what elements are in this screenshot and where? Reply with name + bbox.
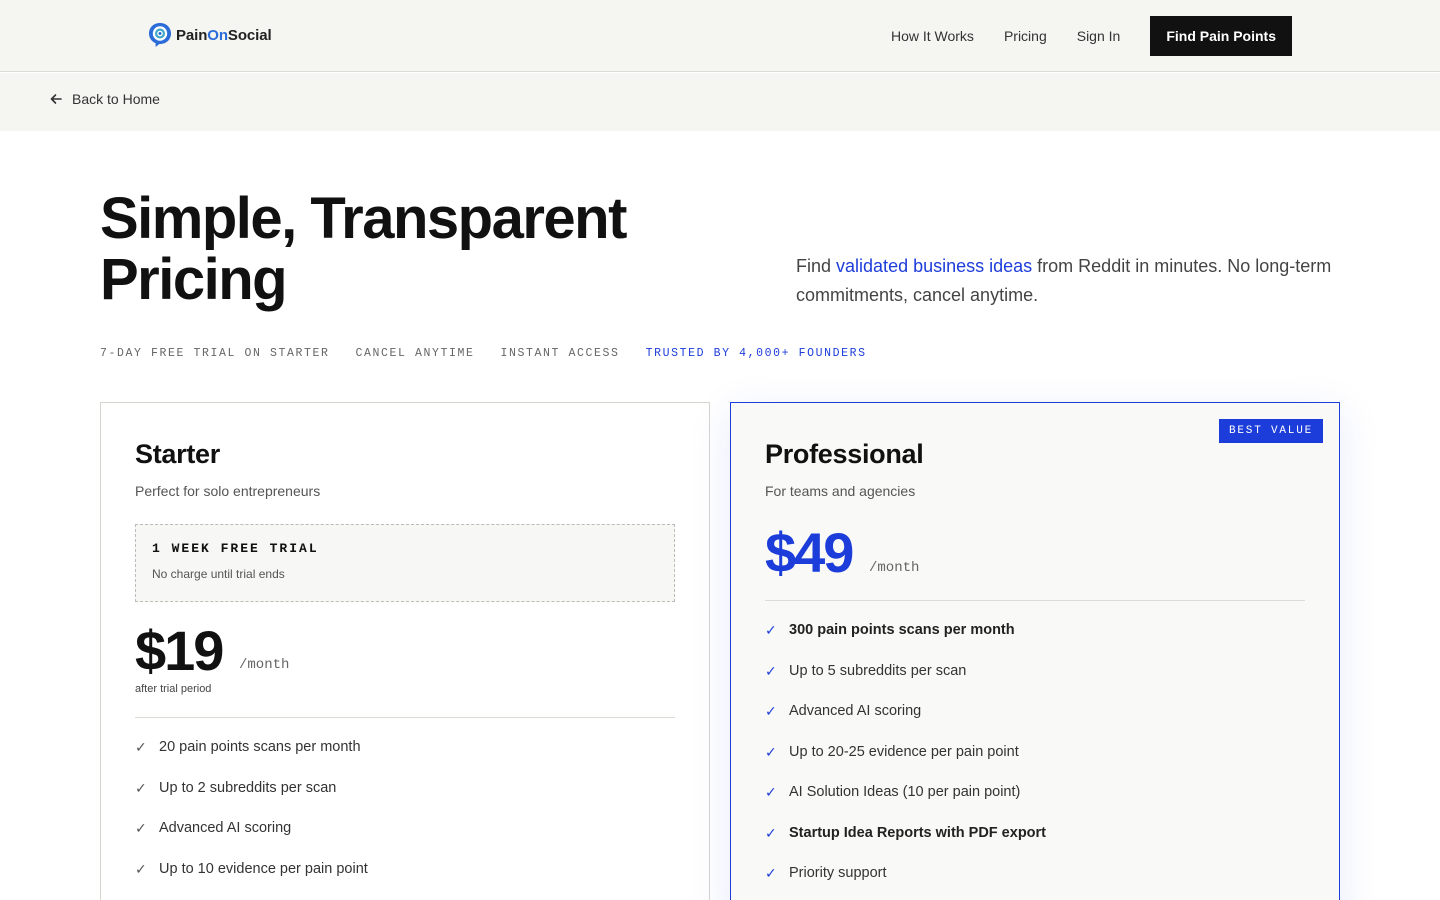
main-nav: How It Works Pricing Sign In Find Pain P… — [891, 16, 1292, 56]
find-pain-points-button[interactable]: Find Pain Points — [1150, 16, 1292, 56]
badge-cancel-anytime: CANCEL ANYTIME — [355, 347, 475, 360]
divider — [765, 600, 1305, 601]
nav-pricing[interactable]: Pricing — [1004, 28, 1047, 44]
check-icon: ✓ — [135, 779, 147, 796]
feature-item: ✓ Advanced AI scoring — [765, 703, 922, 719]
check-icon: ✓ — [135, 820, 147, 836]
trial-callout: 1 WEEK FREE TRIAL No charge until trial … — [135, 524, 675, 602]
best-value-badge: BEST VALUE — [1218, 419, 1323, 443]
feature-item: ✓ Up to 5 subreddits per scan — [765, 662, 967, 679]
divider — [135, 717, 675, 718]
feature-list: ✓ 20 pain points scans per month ✓ Up to 2… — [135, 739, 368, 900]
check-icon: ✓ — [135, 860, 147, 877]
logo-wordmark: PainOnSocial — [176, 26, 272, 44]
subtitle-highlight: validated business ideas — [836, 256, 1033, 276]
plan-name: Starter — [135, 439, 220, 469]
plan-description: Perfect for solo entrepreneurs — [135, 483, 321, 499]
check-icon: ✓ — [765, 784, 777, 800]
price-period: /month — [239, 657, 290, 673]
feature-item: ✓ Priority support — [765, 865, 887, 881]
sub-navigation-bar: Back to Home — [0, 73, 1440, 131]
plan-card-starter: Starter Perfect for solo entrepreneurs 1… — [100, 402, 710, 900]
feature-item: ✓ Up to 20-25 evidence per pain point — [765, 743, 1019, 760]
price-period: /month — [869, 560, 920, 576]
check-icon: ✓ — [765, 703, 777, 719]
check-icon: ✓ — [765, 743, 777, 760]
feature-item: ✓ Advanced AI scoring — [135, 820, 292, 836]
top-header: PainOnSocial How It Works Pricing Sign I… — [0, 0, 1440, 72]
plan-card-professional: BEST VALUE Professional For teams and ag… — [730, 402, 1340, 900]
arrow-left-icon — [50, 94, 62, 104]
logo-icon — [149, 23, 171, 47]
trial-title: 1 WEEK FREE TRIAL — [152, 541, 319, 556]
feature-item: ✓ AI Solution Ideas (10 per pain point) — [765, 784, 1021, 800]
plan-name: Professional — [765, 439, 924, 469]
badge-free-trial: 7-DAY FREE TRIAL ON STARTER — [100, 347, 330, 360]
feature-item: ✓ Up to 2 subreddits per scan — [135, 779, 337, 796]
check-icon: ✓ — [765, 622, 777, 638]
badge-instant-access: INSTANT ACCESS — [500, 347, 620, 360]
trial-note: No charge until trial ends — [152, 567, 285, 581]
feature-item: ✓ 20 pain points scans per month — [135, 739, 361, 755]
logo-link[interactable]: PainOnSocial — [148, 22, 272, 48]
back-to-home-link[interactable]: Back to Home — [48, 91, 160, 107]
price-note: after trial period — [135, 683, 212, 695]
nav-sign-in[interactable]: Sign In — [1077, 28, 1121, 44]
find-pain-points-label: Find Pain Points — [1166, 28, 1276, 44]
plan-description: For teams and agencies — [765, 483, 916, 499]
plan-price: $49 — [765, 521, 854, 584]
page-title: Simple, Transparent Pricing — [100, 186, 627, 312]
check-icon: ✓ — [135, 739, 147, 755]
feature-item: ✓ 300 pain points scans per month — [765, 622, 1015, 638]
trust-badges: 7-DAY FREE TRIAL ON STARTER CANCEL ANYTI… — [100, 347, 893, 360]
feature-item: ✓ Up to 10 evidence per pain point — [135, 860, 368, 877]
check-icon: ✓ — [765, 662, 777, 679]
badge-trusted-by: TRUSTED BY 4,000+ FOUNDERS — [645, 347, 867, 360]
plan-price: $19 — [135, 619, 224, 682]
nav-how-it-works[interactable]: How It Works — [891, 28, 974, 44]
feature-item: ✓ Startup Idea Reports with PDF export — [765, 824, 1046, 841]
hero-subtitle: Find validated business ideas from Reddi… — [796, 256, 1332, 305]
check-icon: ✓ — [765, 824, 777, 841]
check-icon: ✓ — [765, 865, 777, 881]
back-to-home-label: Back to Home — [72, 91, 160, 107]
feature-list: ✓ 300 pain points scans per month ✓ Up to … — [765, 622, 1046, 900]
